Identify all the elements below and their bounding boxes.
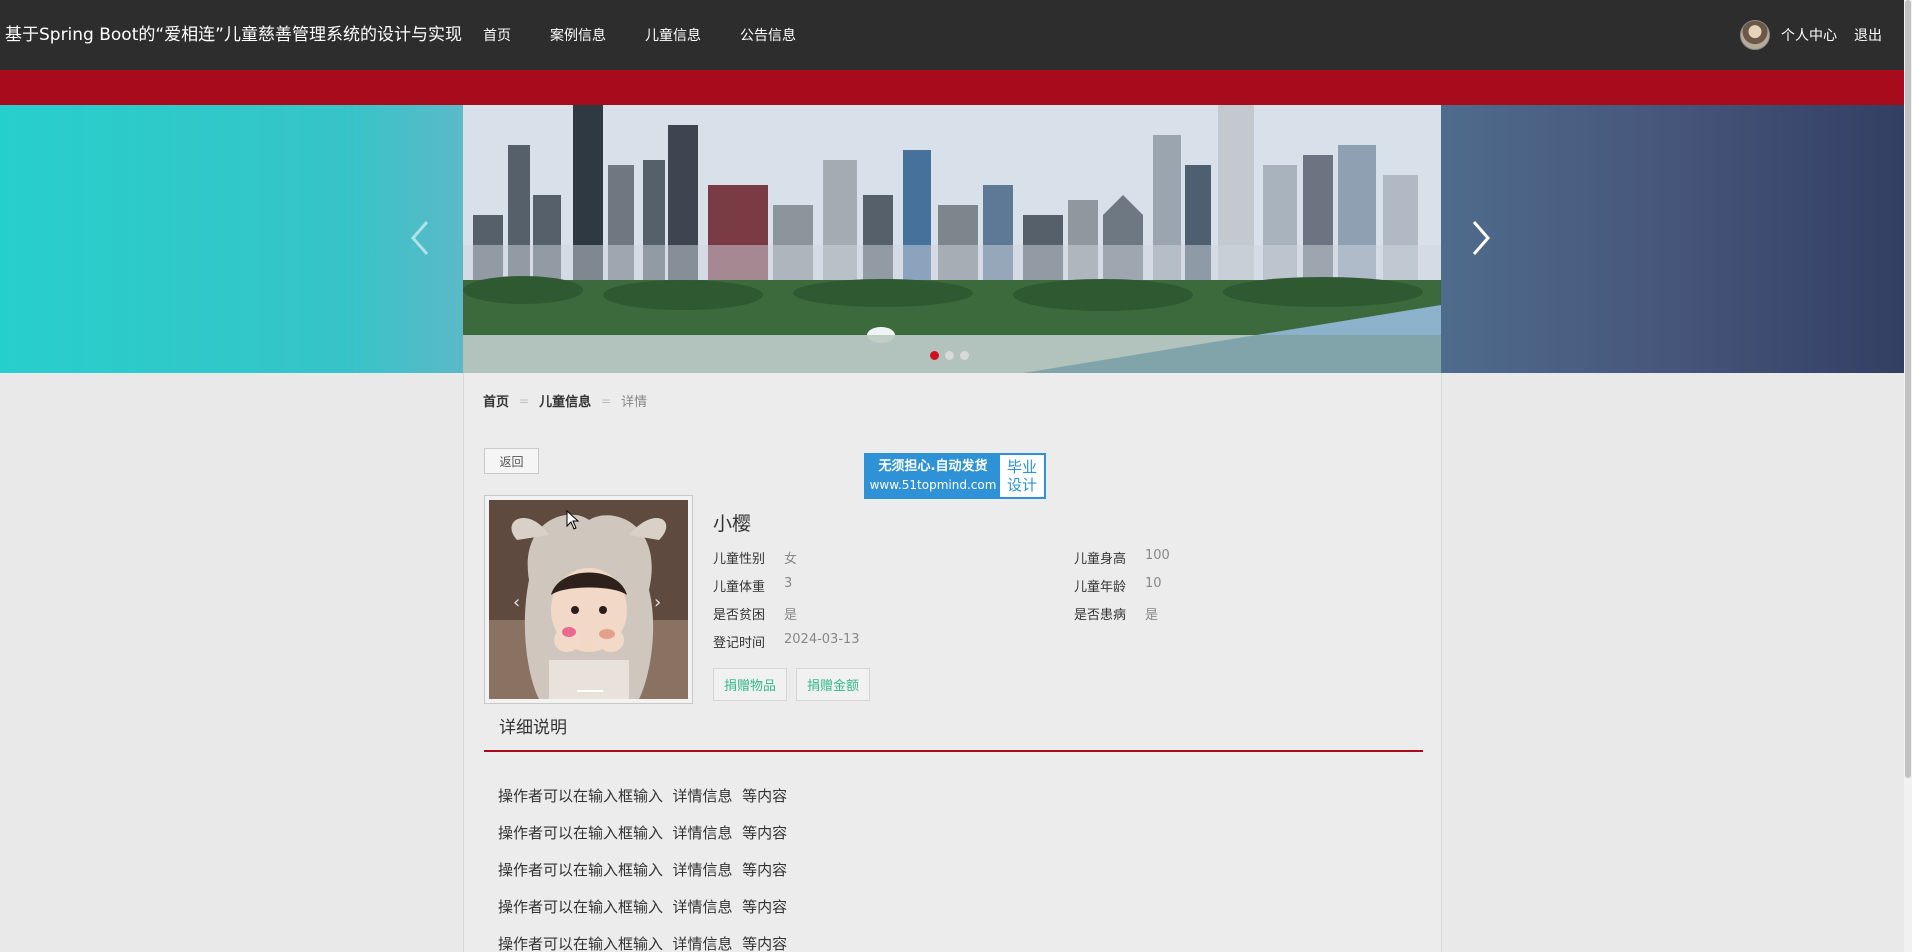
nav-item-children[interactable]: 儿童信息 <box>645 25 701 45</box>
chevron-right-icon <box>1472 221 1490 255</box>
breadcrumb-home[interactable]: 首页 <box>483 391 509 410</box>
info-age: 儿童年龄 10 <box>1074 576 1162 595</box>
user-center-link[interactable]: 个人中心 <box>1781 25 1837 45</box>
top-navbar: 基于Spring Boot的“爱相连”儿童慈善管理系统的设计与实现 首页 案例信… <box>0 0 1904 70</box>
main-nav: 首页 案例信息 儿童信息 公告信息 <box>483 25 835 45</box>
accent-bar <box>0 70 1904 105</box>
detail-section-title: 详细说明 <box>484 709 1423 752</box>
nav-item-notices[interactable]: 公告信息 <box>740 25 796 45</box>
watermark-side1: 毕业 <box>1006 458 1037 476</box>
detail-line: 操作者可以在输入框输入 详情信息 等内容 <box>498 787 788 805</box>
info-label: 儿童体重 <box>713 580 766 595</box>
chevron-left-icon <box>411 221 429 255</box>
breadcrumb-separator: = <box>601 393 612 408</box>
watermark-text: 无须担心.自动发货 www.51topmind.com <box>866 455 1000 497</box>
breadcrumb-separator: = <box>519 393 530 408</box>
banner-dot-1[interactable] <box>930 351 939 360</box>
user-area: 个人中心 退出 <box>1740 0 1882 70</box>
info-value: 100 <box>1145 548 1170 563</box>
skyline-illustration <box>463 105 1441 373</box>
donate-goods-button[interactable]: 捐赠物品 <box>713 668 788 701</box>
info-value: 10 <box>1145 576 1162 591</box>
watermark-url: www.51topmind.com <box>869 478 997 492</box>
detail-line: 操作者可以在输入框输入 详情信息 等内容 <box>498 935 788 952</box>
info-value: 2024-03-13 <box>784 632 860 647</box>
info-gender: 儿童性别 女 <box>713 548 797 567</box>
mouse-cursor-icon <box>566 510 580 530</box>
watermark-side2: 设计 <box>1006 476 1037 494</box>
photo-indicator <box>577 690 603 692</box>
info-poverty: 是否贫困 是 <box>713 604 797 623</box>
info-register-time: 登记时间 2024-03-13 <box>713 632 860 651</box>
child-name: 小樱 <box>713 513 752 535</box>
page-scrollbar[interactable] <box>1904 0 1912 952</box>
donate-money-button[interactable]: 捐赠金额 <box>796 668 871 701</box>
user-avatar[interactable] <box>1740 20 1770 50</box>
detail-line: 操作者可以在输入框输入 详情信息 等内容 <box>498 898 788 916</box>
detail-line: 操作者可以在输入框输入 详情信息 等内容 <box>498 861 788 879</box>
info-weight: 儿童体重 3 <box>713 576 792 595</box>
banner-prev-button[interactable] <box>405 213 435 263</box>
detail-line: 操作者可以在输入框输入 详情信息 等内容 <box>498 824 788 842</box>
info-value: 3 <box>784 576 793 591</box>
info-value: 是 <box>784 608 798 623</box>
banner-next-button[interactable] <box>1466 213 1496 263</box>
watermark-badge: 无须担心.自动发货 www.51topmind.com 毕业 设计 <box>864 453 1046 499</box>
photo-prev-arrow[interactable]: ‹ <box>513 592 520 613</box>
site-title: 基于Spring Boot的“爱相连”儿童慈善管理系统的设计与实现 <box>4 25 462 45</box>
info-label: 登记时间 <box>713 636 766 651</box>
info-label: 儿童年龄 <box>1074 580 1127 595</box>
banner-indicator <box>930 351 969 360</box>
banner-dot-2[interactable] <box>945 351 954 360</box>
watermark-line1: 无须担心.自动发货 <box>878 459 988 474</box>
back-button[interactable]: 返回 <box>484 448 539 474</box>
info-height: 儿童身高 100 <box>1074 548 1170 567</box>
banner-image-city-skyline <box>463 105 1441 373</box>
nav-item-home[interactable]: 首页 <box>483 25 511 45</box>
breadcrumb: 首页 = 儿童信息 = 详情 <box>483 391 648 411</box>
breadcrumb-current: 详情 <box>621 395 648 410</box>
info-value: 女 <box>784 552 798 567</box>
child-photo-frame: ‹ › <box>484 495 693 704</box>
photo-next-arrow[interactable]: › <box>654 592 661 613</box>
info-label: 是否贫困 <box>713 608 766 623</box>
banner-dot-3[interactable] <box>960 351 969 360</box>
scrollbar-thumb[interactable] <box>1905 0 1911 778</box>
watermark-side: 毕业 设计 <box>1000 455 1044 497</box>
logout-link[interactable]: 退出 <box>1854 25 1882 45</box>
banner-carousel <box>0 105 1904 373</box>
detail-panel: 首页 = 儿童信息 = 详情 返回 无须担心.自动发货 www.51topmin… <box>463 373 1442 952</box>
nav-item-cases[interactable]: 案例信息 <box>550 25 606 45</box>
info-value: 是 <box>1145 608 1159 623</box>
breadcrumb-children[interactable]: 儿童信息 <box>539 391 591 410</box>
info-label: 儿童身高 <box>1074 552 1127 567</box>
info-label: 是否患病 <box>1074 608 1127 623</box>
info-label: 儿童性别 <box>713 552 766 567</box>
info-illness: 是否患病 是 <box>1074 604 1158 623</box>
child-photo: ‹ › <box>489 500 688 699</box>
